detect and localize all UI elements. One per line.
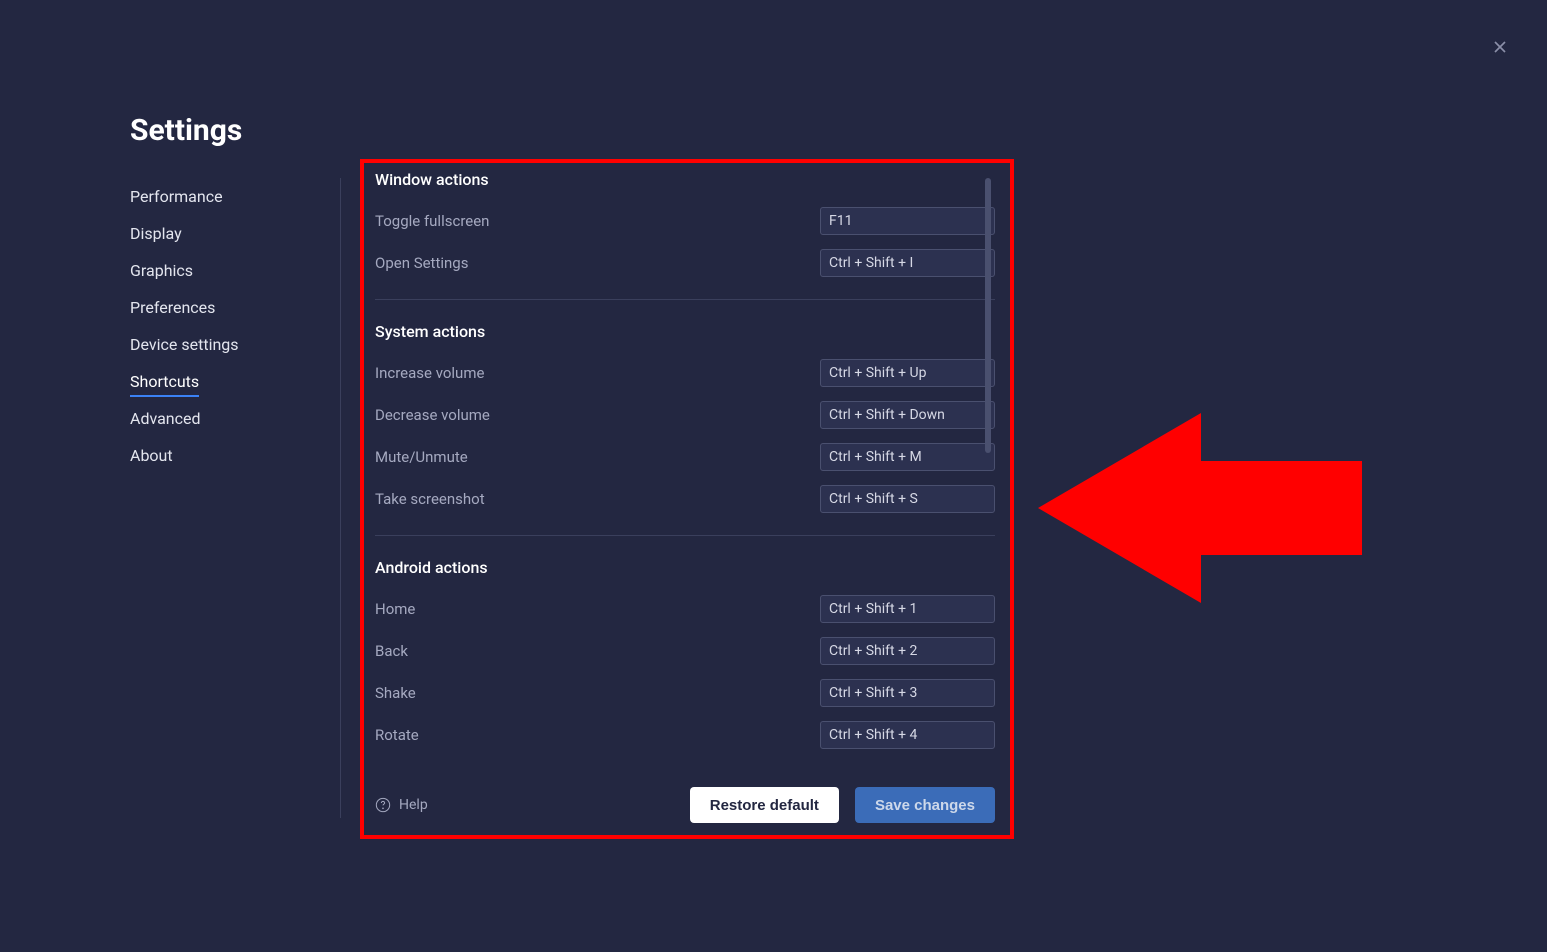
shortcut-label: Increase volume (375, 364, 484, 382)
section-title: System actions (375, 322, 995, 341)
shortcut-row-increase-volume: Increase volume (375, 359, 995, 387)
shortcut-row-mute-unmute: Mute/Unmute (375, 443, 995, 471)
sidebar-item-label: About (130, 446, 173, 465)
section-window-actions: Window actions Toggle fullscreen Open Se… (375, 170, 995, 300)
shortcut-input-back[interactable] (820, 637, 995, 665)
sidebar-item-label: Graphics (130, 261, 193, 280)
shortcut-row-decrease-volume: Decrease volume (375, 401, 995, 429)
sidebar-item-display[interactable]: Display (130, 215, 340, 252)
sidebar-item-graphics[interactable]: Graphics (130, 252, 340, 289)
sidebar-item-device-settings[interactable]: Device settings (130, 326, 340, 363)
sidebar-item-label: Preferences (130, 298, 215, 317)
help-icon (375, 797, 391, 813)
shortcut-row-take-screenshot: Take screenshot (375, 485, 995, 513)
shortcuts-content: Window actions Toggle fullscreen Open Se… (375, 170, 995, 750)
sidebar-item-about[interactable]: About (130, 437, 340, 474)
close-icon (1490, 37, 1510, 57)
scrollbar[interactable] (985, 178, 991, 453)
shortcut-input-rotate[interactable] (820, 721, 995, 749)
help-link[interactable]: Help (375, 797, 428, 813)
shortcut-input-increase-volume[interactable] (820, 359, 995, 387)
shortcut-label: Shake (375, 684, 416, 702)
section-title: Window actions (375, 170, 995, 189)
shortcut-label: Mute/Unmute (375, 448, 468, 466)
sidebar-item-label: Performance (130, 187, 223, 206)
shortcut-label: Decrease volume (375, 406, 490, 424)
shortcut-label: Toggle fullscreen (375, 212, 489, 230)
restore-default-button[interactable]: Restore default (690, 787, 839, 823)
sidebar-item-performance[interactable]: Performance (130, 178, 340, 215)
footer-buttons: Restore default Save changes (690, 787, 995, 823)
shortcut-label: Rotate (375, 726, 419, 744)
shortcut-input-shake[interactable] (820, 679, 995, 707)
sidebar-item-shortcuts[interactable]: Shortcuts (130, 363, 340, 400)
shortcut-input-open-settings[interactable] (820, 249, 995, 277)
close-button[interactable] (1488, 35, 1512, 59)
shortcut-input-decrease-volume[interactable] (820, 401, 995, 429)
shortcut-input-take-screenshot[interactable] (820, 485, 995, 513)
divider (340, 178, 341, 818)
shortcut-row-toggle-fullscreen: Toggle fullscreen (375, 207, 995, 235)
shortcut-label: Home (375, 600, 415, 618)
section-title: Android actions (375, 558, 995, 577)
save-changes-button[interactable]: Save changes (855, 787, 995, 823)
shortcut-row-open-settings: Open Settings (375, 249, 995, 277)
shortcut-input-home[interactable] (820, 595, 995, 623)
sidebar: Performance Display Graphics Preferences… (130, 178, 340, 474)
page-title: Settings (130, 113, 242, 148)
shortcut-label: Take screenshot (375, 490, 485, 508)
section-android-actions: Android actions Home Back Shake Rotate R… (375, 558, 995, 750)
shortcut-row-back: Back (375, 637, 995, 665)
section-system-actions: System actions Increase volume Decrease … (375, 322, 995, 536)
help-label: Help (399, 797, 428, 813)
shortcut-input-toggle-fullscreen[interactable] (820, 207, 995, 235)
shortcut-input-mute-unmute[interactable] (820, 443, 995, 471)
sidebar-item-advanced[interactable]: Advanced (130, 400, 340, 437)
sidebar-item-label: Advanced (130, 409, 201, 428)
sidebar-item-label: Display (130, 224, 182, 243)
shortcut-row-shake: Shake (375, 679, 995, 707)
sidebar-item-label: Shortcuts (130, 372, 199, 397)
sidebar-item-label: Device settings (130, 335, 239, 354)
shortcut-row-rotate: Rotate (375, 721, 995, 749)
footer: Help Restore default Save changes (375, 787, 995, 823)
annotation-arrow-icon (1038, 413, 1362, 603)
shortcut-row-home: Home (375, 595, 995, 623)
shortcut-label: Open Settings (375, 254, 468, 272)
shortcut-label: Back (375, 642, 408, 660)
sidebar-item-preferences[interactable]: Preferences (130, 289, 340, 326)
